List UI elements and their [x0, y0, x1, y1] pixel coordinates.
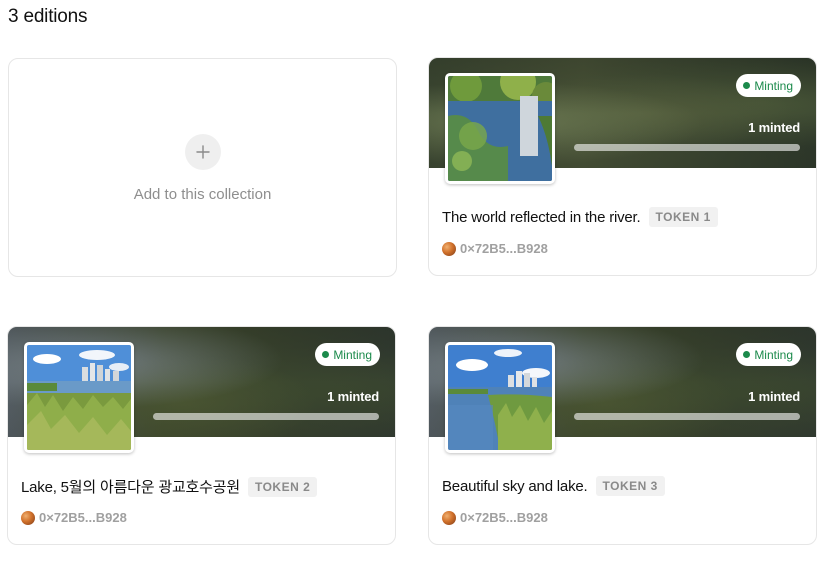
editions-count: 3 editions	[8, 6, 88, 27]
add-to-collection-card[interactable]: Add to this collection	[8, 58, 397, 277]
minting-status-badge: Minting	[736, 74, 801, 97]
owner-address[interactable]: 0×72B5...B928	[460, 510, 548, 525]
mint-progress-bar	[574, 144, 800, 151]
minted-count: 1 minted	[327, 389, 379, 404]
owner-row[interactable]: 0×72B5...B928	[442, 510, 548, 525]
minting-status-label: Minting	[754, 78, 793, 93]
token-title[interactable]: Lake, 5월의 아름다운 광교호수공원	[21, 476, 240, 497]
minted-count: 1 minted	[748, 389, 800, 404]
mint-progress-bar	[153, 413, 379, 420]
owner-address[interactable]: 0×72B5...B928	[460, 241, 548, 256]
minted-count: 1 minted	[748, 120, 800, 135]
token-tag: TOKEN 2	[247, 476, 318, 497]
token-card-1[interactable]: Minting 1 minted The world reflected in …	[428, 57, 817, 276]
token-tag: TOKEN 3	[595, 476, 665, 496]
mint-progress-bar	[574, 413, 800, 420]
token-card-3[interactable]: Minting 1 minted Beautiful sky and lake.…	[428, 326, 817, 545]
token-title[interactable]: Beautiful sky and lake.	[442, 478, 588, 495]
owner-avatar	[442, 510, 456, 525]
minting-status-badge: Minting	[315, 343, 380, 366]
owner-address[interactable]: 0×72B5...B928	[39, 510, 127, 525]
token-thumbnail[interactable]	[445, 73, 555, 184]
token-title[interactable]: The world reflected in the river.	[442, 209, 641, 226]
token-card-2[interactable]: Minting 1 minted Lake, 5월의 아름다운 광교호수공원 T…	[7, 326, 396, 545]
token-thumbnail[interactable]	[445, 342, 555, 453]
owner-row[interactable]: 0×72B5...B928	[442, 241, 548, 256]
minting-status-badge: Minting	[736, 343, 801, 366]
owner-avatar	[21, 510, 35, 525]
minting-status-label: Minting	[754, 347, 793, 362]
owner-row[interactable]: 0×72B5...B928	[21, 510, 127, 525]
add-to-collection-label: Add to this collection	[133, 186, 272, 203]
status-dot-icon	[743, 351, 751, 358]
minting-status-label: Minting	[333, 347, 372, 362]
token-tag: TOKEN 1	[648, 207, 718, 227]
token-thumbnail[interactable]	[24, 342, 134, 453]
plus-icon[interactable]	[184, 134, 221, 170]
owner-avatar	[442, 241, 456, 256]
status-dot-icon	[743, 82, 751, 89]
status-dot-icon	[322, 351, 330, 358]
